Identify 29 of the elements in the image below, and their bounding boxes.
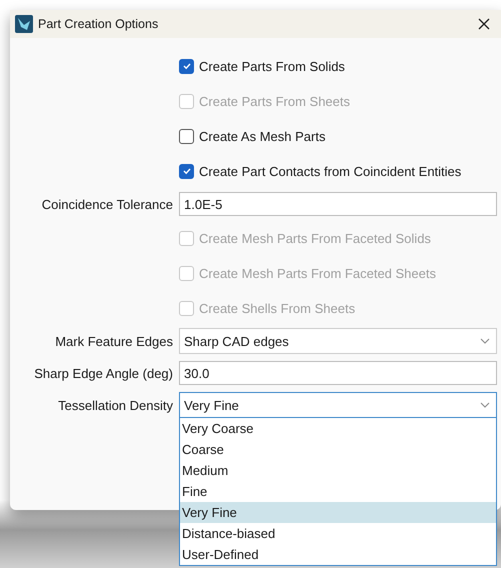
dropdown-option[interactable]: Medium	[180, 460, 496, 481]
dropdown[interactable]: Very Fine	[179, 392, 497, 418]
field-label: Coincidence Tolerance	[40, 196, 174, 212]
checkbox-option: Create Mesh Parts From Faceted Solids	[179, 230, 431, 246]
field-label: Tessellation Density	[57, 398, 174, 412]
checkbox-option[interactable]: Create Parts From Solids	[179, 58, 345, 74]
input-field[interactable]: 30.0	[179, 361, 497, 385]
app-icon	[15, 15, 33, 33]
close-icon[interactable]	[477, 17, 491, 31]
caret-icon	[480, 338, 490, 344]
checkbox-option[interactable]: Create Part Contacts from Coincident Entities	[179, 164, 462, 178]
checkbox-option[interactable]: Create As Mesh Parts	[179, 128, 326, 144]
check-icon	[182, 166, 192, 176]
dropdown-option[interactable]: Very Fine	[180, 502, 496, 523]
field-label: Sharp Edge Angle (deg)	[33, 366, 174, 380]
checkbox-option: Create Shells From Sheets	[179, 300, 356, 316]
dropdown[interactable]: Sharp CAD edges	[179, 328, 497, 354]
checkbox-option: Create Parts From Sheets	[179, 94, 350, 108]
dropdown-option[interactable]: Coarse	[180, 439, 496, 460]
dropdown-option[interactable]: Distance-biased	[180, 523, 496, 544]
checkbox-option: Create Mesh Parts From Faceted Sheets	[179, 266, 436, 280]
dropdown-option[interactable]: Very Coarse	[180, 418, 496, 439]
field-label: Mark Feature Edges	[54, 334, 174, 348]
dropdown-option[interactable]: User-Defined	[180, 544, 496, 565]
check-icon	[182, 61, 192, 71]
caret-icon	[480, 402, 490, 408]
window-title: Part Creation Options	[38, 17, 160, 31]
input-field[interactable]: 1.0E-5	[179, 192, 497, 216]
dropdown-option[interactable]: Fine	[180, 481, 496, 502]
